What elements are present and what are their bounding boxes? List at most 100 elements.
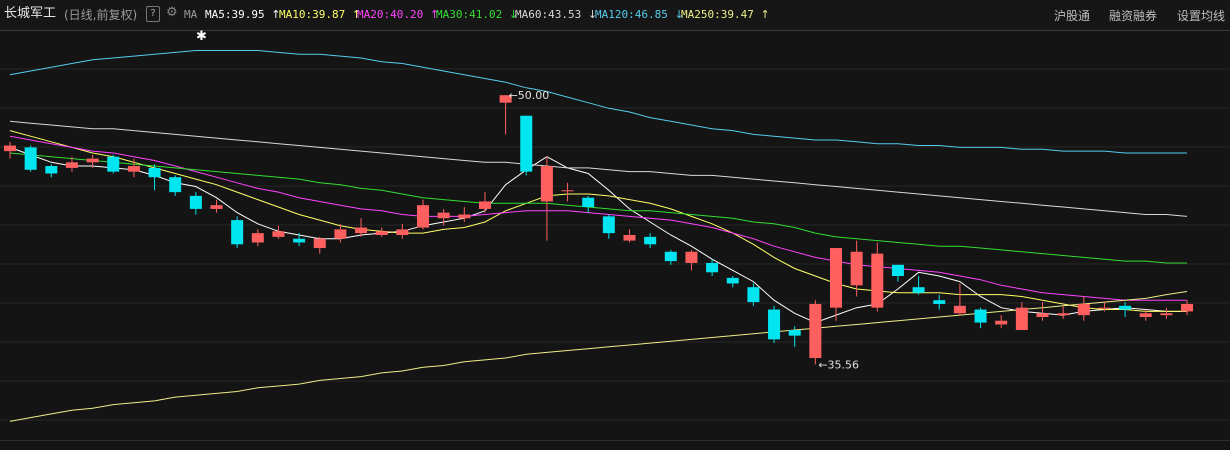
- candle-body: [561, 190, 574, 192]
- candle-body: [334, 229, 347, 239]
- ma-line-ma250: [9, 291, 1188, 422]
- candle-body: [107, 156, 120, 172]
- kline-chart[interactable]: ←50.00 ←35.56 ✱: [0, 30, 1230, 440]
- max-price-label: ←50.00: [509, 89, 550, 102]
- candle: [355, 218, 368, 237]
- candle-body: [355, 227, 368, 234]
- candle-body: [830, 248, 842, 308]
- period-label: (日线,前复权): [64, 8, 138, 22]
- candle: [891, 264, 904, 282]
- candle-body: [768, 309, 781, 340]
- candle: [768, 305, 781, 344]
- candle: [107, 154, 120, 174]
- ma250-indicator[interactable]: MA250:39.47 ↑: [681, 8, 770, 22]
- ma10-indicator[interactable]: MA10:39.87 ↑: [279, 8, 361, 22]
- candle-body: [189, 195, 202, 209]
- ma60-indicator[interactable]: MA60:43.53 ↓: [515, 8, 597, 22]
- event-marker-icon[interactable]: ✱: [196, 30, 207, 44]
- candle-body: [210, 205, 223, 209]
- stock-name[interactable]: 长城军工: [4, 6, 56, 22]
- ma-line-ma20: [9, 135, 1187, 301]
- margin-trading-button[interactable]: 融资融券: [1109, 7, 1157, 24]
- candle-body: [891, 264, 904, 276]
- candle-body: [437, 212, 450, 219]
- ma-line-ma10: [9, 130, 1187, 312]
- candle: [1077, 296, 1090, 321]
- ma120-indicator[interactable]: MA120:46.85 ↓: [595, 8, 684, 22]
- candle-body: [231, 220, 244, 245]
- candlesticks: [4, 95, 1194, 365]
- candle: [375, 227, 388, 237]
- candle-body: [1098, 307, 1111, 309]
- candle: [623, 229, 636, 243]
- ma-line-ma120: [9, 50, 1187, 154]
- ma-label[interactable]: MA: [184, 8, 197, 22]
- candle-body: [1077, 303, 1090, 316]
- candle-body: [1160, 313, 1173, 316]
- candle-body: [1015, 307, 1028, 331]
- candle-body: [995, 320, 1008, 325]
- candle-body: [1181, 303, 1194, 312]
- ma-settings-button[interactable]: 设置均线: [1177, 7, 1225, 24]
- candle-body: [582, 197, 595, 208]
- moving-average-lines: [9, 50, 1188, 422]
- candle-body: [520, 115, 533, 172]
- candle: [4, 141, 16, 159]
- candle: [24, 145, 37, 172]
- candle: [540, 156, 553, 241]
- candle-body: [1057, 313, 1070, 316]
- candle-body: [850, 251, 863, 286]
- candle-body: [86, 158, 99, 163]
- candle-body: [65, 162, 78, 168]
- candle-body: [251, 233, 264, 243]
- ma-line-ma5: [9, 146, 1187, 324]
- candle: [953, 283, 966, 316]
- gear-icon[interactable]: ⚙: [166, 5, 178, 21]
- candle: [293, 233, 306, 247]
- help-button[interactable]: ?: [146, 6, 160, 22]
- candle: [210, 199, 223, 213]
- hsgt-button[interactable]: 沪股通: [1054, 7, 1090, 24]
- candle: [830, 248, 842, 321]
- candle-body: [148, 167, 161, 178]
- candle-body: [417, 205, 429, 228]
- candle: [644, 233, 657, 249]
- candle-body: [478, 201, 491, 209]
- ma30-indicator[interactable]: MA30:41.02 ↓: [436, 8, 518, 22]
- candle: [417, 199, 429, 230]
- candle: [251, 229, 264, 247]
- candle: [520, 115, 533, 176]
- candle: [602, 214, 615, 239]
- candle-body: [45, 166, 58, 174]
- candle-body: [4, 145, 16, 152]
- candle-body: [540, 166, 553, 202]
- candle: [1015, 302, 1028, 331]
- chart-header: 长城军工 (日线,前复权) ? ⚙ MA MA5:39.95 ↑ MA10:39…: [0, 0, 1230, 31]
- ma20-indicator[interactable]: MA20:40.20 ↑: [357, 8, 439, 22]
- candle: [1160, 307, 1173, 319]
- candle: [1057, 305, 1070, 319]
- candle-body: [1139, 313, 1152, 317]
- candle: [313, 236, 326, 254]
- candle-body: [747, 287, 760, 303]
- candle-body: [706, 262, 719, 273]
- candle: [189, 192, 202, 215]
- candle: [933, 294, 946, 310]
- min-price-label: ←35.56: [818, 358, 859, 371]
- grid-lines: [0, 68, 1230, 421]
- candle-body: [644, 236, 657, 245]
- candle: [995, 315, 1008, 329]
- candle-body: [809, 303, 822, 358]
- candle: [664, 249, 677, 265]
- candle: [45, 164, 58, 178]
- candle-body: [912, 287, 925, 293]
- candle-body: [623, 235, 636, 241]
- candle: [231, 216, 244, 249]
- candle-body: [375, 231, 388, 235]
- candle-body: [933, 300, 946, 304]
- candle: [974, 307, 987, 329]
- ma5-indicator[interactable]: MA5:39.95 ↑: [205, 8, 280, 22]
- candle-body: [726, 277, 739, 284]
- candle: [871, 242, 884, 312]
- candle-body: [396, 229, 409, 235]
